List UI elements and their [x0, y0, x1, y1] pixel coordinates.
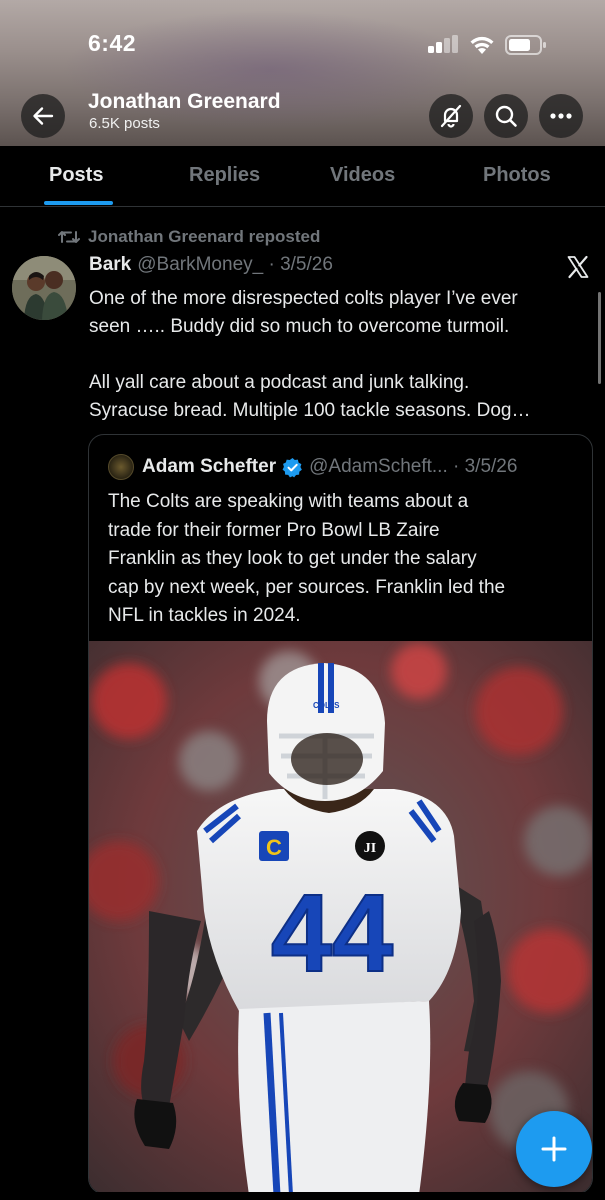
- post-text-spacer: [89, 341, 594, 369]
- profile-header: 6:42 Jonathan Greenard 6.5K posts: [0, 0, 605, 146]
- quoted-media-image[interactable]: COLTS C JI 44: [89, 641, 592, 1193]
- search-icon: [495, 105, 517, 127]
- no-notifications-icon: [440, 104, 462, 128]
- wifi-icon: [470, 36, 494, 54]
- captain-patch-text: C: [266, 835, 282, 860]
- status-bar: 6:42: [0, 0, 605, 90]
- more-button[interactable]: [539, 94, 583, 138]
- quoted-handle-date: @AdamScheft... · 3/5/26: [309, 456, 518, 477]
- quoted-author: Adam Schefter: [142, 456, 277, 477]
- post-handle-date: @BarkMoney_ · 3/5/26: [137, 254, 333, 275]
- scrollbar-thumb[interactable]: [598, 292, 601, 384]
- quoted-text-line: NFL in tackles in 2024.: [108, 605, 301, 626]
- post-count: 6.5K posts: [89, 115, 160, 132]
- status-time: 6:42: [88, 30, 137, 56]
- memorial-patch-text: JI: [364, 841, 376, 856]
- football-player-photo: COLTS C JI 44: [89, 641, 592, 1193]
- quoted-text-line: The Colts are speaking with teams about …: [108, 491, 469, 512]
- post-author[interactable]: Bark: [89, 254, 131, 276]
- tab-replies[interactable]: Replies: [189, 164, 260, 187]
- profile-tabs: Posts Replies Videos Photos: [0, 146, 605, 207]
- post-text-line: seen ….. Buddy did so much to overcome t…: [89, 316, 510, 337]
- post-text-line: All yall care about a podcast and junk t…: [89, 372, 470, 393]
- quoted-text: The Colts are speaking with teams about …: [108, 488, 578, 631]
- post-text: One of the more disrespected colts playe…: [89, 285, 594, 425]
- tab-posts[interactable]: Posts: [49, 164, 103, 187]
- back-arrow-icon: [33, 107, 54, 125]
- compose-button[interactable]: [516, 1111, 592, 1187]
- plus-icon: [541, 1136, 567, 1162]
- battery-icon: [505, 35, 546, 55]
- jersey-number: 44: [271, 872, 393, 995]
- quoted-text-line: Franklin as they look to get under the s…: [108, 548, 477, 569]
- bottom-edge: [0, 1192, 605, 1200]
- avatar[interactable]: [12, 256, 76, 320]
- tab-videos[interactable]: Videos: [330, 164, 395, 187]
- search-button[interactable]: [484, 94, 528, 138]
- verified-badge-icon: [282, 457, 303, 478]
- repost-indicator: Jonathan Greenard reposted: [58, 226, 320, 248]
- post-header: Bark @BarkMoney_ · 3/5/26: [89, 254, 333, 280]
- back-button[interactable]: [21, 94, 65, 138]
- quoted-tweet[interactable]: Adam Schefter @AdamScheft... · 3/5/26 Th…: [88, 434, 593, 1194]
- x-logo-icon: [567, 255, 589, 279]
- repost-label: Jonathan Greenard reposted: [88, 227, 321, 246]
- notifications-button[interactable]: [429, 94, 473, 138]
- profile-name: Jonathan Greenard: [88, 90, 281, 113]
- helmet-text: COLTS: [313, 701, 340, 710]
- cellular-signal-icon: [428, 35, 460, 53]
- post-text-line: One of the more disrespected colts playe…: [89, 288, 518, 309]
- quoted-text-line: cap by next week, per sources. Franklin …: [108, 576, 506, 598]
- repost-icon: [58, 231, 80, 243]
- post-text-line: Syracuse bread. Multiple 100 tackle seas…: [89, 400, 531, 421]
- quoted-avatar: [108, 454, 134, 480]
- quoted-tweet-header: Adam Schefter @AdamScheft... · 3/5/26: [108, 454, 517, 480]
- avatar-photo: [12, 256, 76, 320]
- tab-photos[interactable]: Photos: [483, 164, 551, 187]
- quoted-text-line: trade for their former Pro Bowl LB Zaire: [108, 519, 440, 541]
- active-tab-indicator: [44, 201, 113, 205]
- more-icon: [550, 113, 572, 119]
